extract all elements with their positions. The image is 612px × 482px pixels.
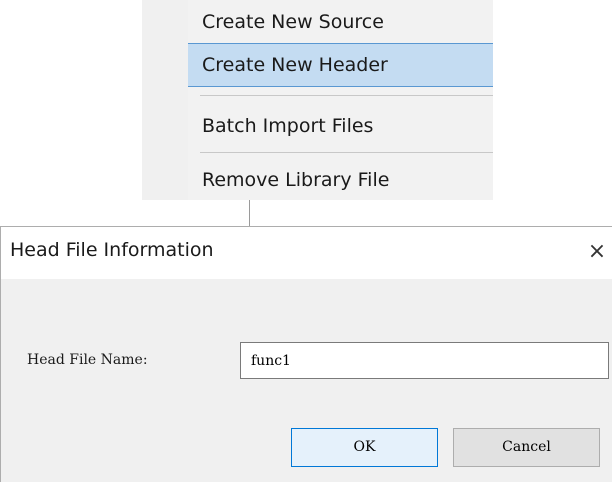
menu-item-label: Create New Header (202, 54, 388, 76)
close-button[interactable]: × (583, 237, 611, 267)
dialog-title: Head File Information (10, 239, 214, 261)
ok-button[interactable]: OK (291, 428, 438, 467)
menu-divider-line (249, 200, 250, 226)
menu-separator (200, 152, 493, 153)
menu-item-label: Batch Import Files (202, 115, 374, 137)
menu-item-batch-import-files[interactable]: Batch Import Files (188, 104, 493, 148)
menu-separator (200, 95, 493, 96)
menu-icon-gutter (142, 0, 188, 200)
context-menu: Create New Source Create New Header Batc… (142, 0, 493, 200)
close-icon: × (587, 239, 607, 264)
menu-item-label: Create New Source (202, 11, 384, 33)
head-file-name-input[interactable] (240, 342, 609, 379)
menu-item-create-new-header[interactable]: Create New Header (188, 43, 493, 87)
head-file-name-label: Head File Name: (27, 352, 148, 368)
cancel-button[interactable]: Cancel (453, 428, 600, 467)
dialog-titlebar: Head File Information × (1, 227, 612, 279)
menu-item-create-new-source[interactable]: Create New Source (188, 0, 493, 44)
menu-item-label: Remove Library File (202, 169, 390, 191)
head-file-information-dialog: Head File Information × Head File Name: … (0, 226, 612, 482)
menu-item-remove-library-file[interactable]: Remove Library File (188, 158, 493, 202)
